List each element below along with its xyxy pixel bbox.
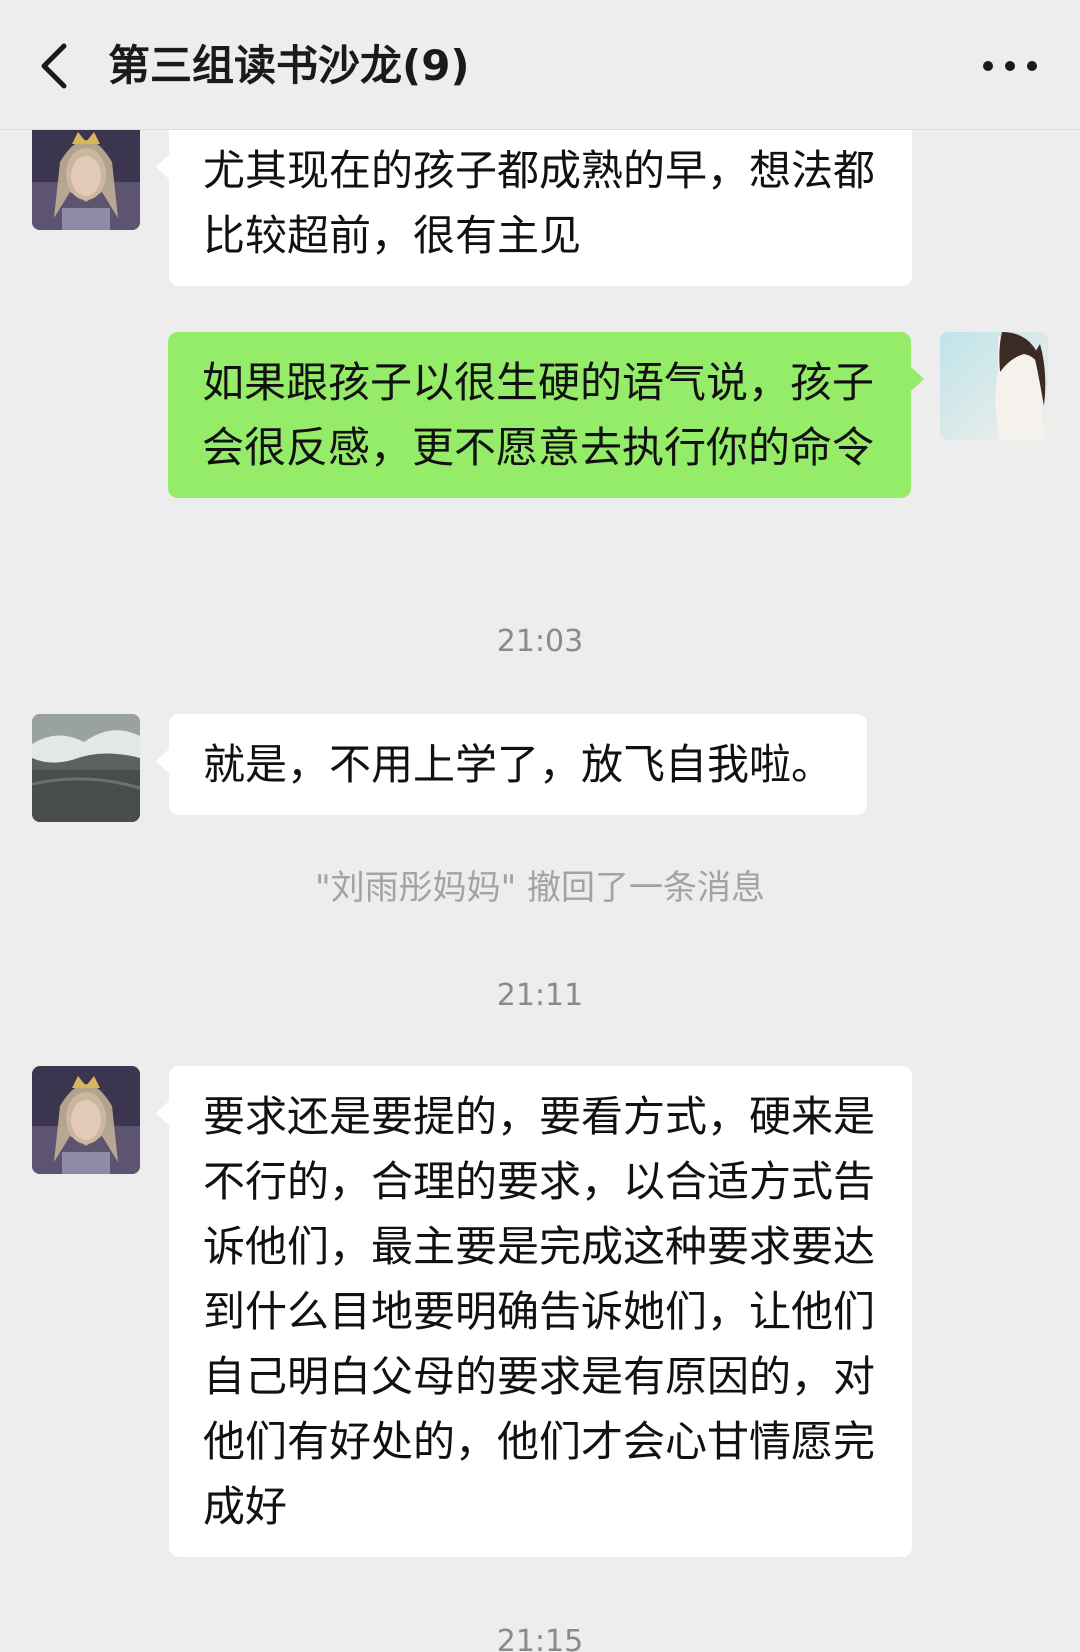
message-bubble[interactable]: 就是，不用上学了，放飞自我啦。 <box>155 714 868 815</box>
message-text: 就是，不用上学了，放飞自我啦。 <box>203 740 834 789</box>
chat-title: 第三组读书沙龙(9) <box>108 41 470 90</box>
avatar-woman-image <box>940 332 1048 440</box>
message-list[interactable]: 尤其现在的孩子都成熟的早，想法都比较超前，很有主见 如果跟孩子以很生硬的语气说，… <box>0 130 1080 1652</box>
avatar[interactable] <box>32 1066 140 1174</box>
message-text: 要求还是要提的，要看方式，硬来是不行的，合理的要求，以合适方式告诉他们，最主要是… <box>203 1092 876 1531</box>
recall-notice: "刘雨彤妈妈" 撤回了一条消息 <box>314 868 766 908</box>
timestamp: 21:03 <box>496 624 584 659</box>
more-dots-icon[interactable] <box>978 46 1042 86</box>
chat-header: 第三组读书沙龙(9) <box>0 0 1080 130</box>
avatar[interactable] <box>32 130 140 230</box>
message-text: 尤其现在的孩子都成熟的早，想法都比较超前，很有主见 <box>203 146 876 260</box>
avatar-queen-image <box>32 130 140 230</box>
message-bubble[interactable]: 尤其现在的孩子都成熟的早，想法都比较超前，很有主见 <box>156 130 912 286</box>
timestamp: 21:15 <box>496 1624 584 1652</box>
message-bubble[interactable]: 要求还是要提的，要看方式，硬来是不行的，合理的要求，以合适方式告诉他们，最主要是… <box>156 1066 912 1557</box>
avatar-queen-image <box>32 1066 140 1174</box>
message-bubble[interactable]: 如果跟孩子以很生硬的语气说，孩子会很反感，更不愿意去执行你的命令 <box>168 332 924 498</box>
message-text: 如果跟孩子以很生硬的语气说，孩子会很反感，更不愿意去执行你的命令 <box>202 358 875 472</box>
avatar[interactable] <box>32 714 140 822</box>
timestamp: 21:11 <box>496 978 584 1013</box>
avatar-sea-image <box>32 714 140 822</box>
avatar[interactable] <box>940 332 1048 440</box>
chevron-left-icon[interactable] <box>30 38 80 94</box>
